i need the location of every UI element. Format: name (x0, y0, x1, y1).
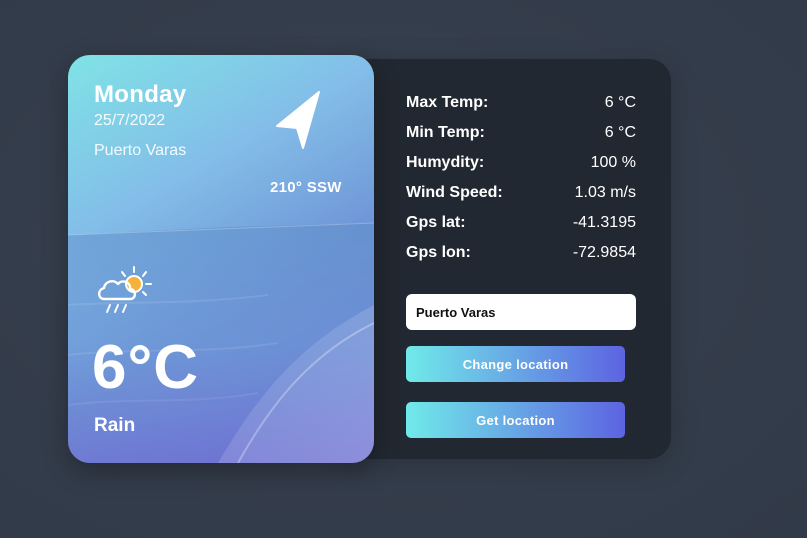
stat-value: 6 °C (604, 94, 636, 111)
stat-label: Humydity: (406, 154, 485, 171)
stat-row-gps-lon: Gps lon: -72.9854 (406, 241, 636, 271)
stat-value: -72.9854 (572, 244, 636, 261)
change-location-button[interactable]: Change location (406, 346, 625, 382)
get-location-button[interactable]: Get location (406, 402, 625, 438)
stat-row-min-temp: Min Temp: 6 °C (406, 121, 636, 151)
stat-value: 100 % (590, 154, 636, 171)
app-background: Monday 25/7/2022 Puerto Varas 210° SSW 6… (0, 0, 807, 538)
stat-row-gps-lat: Gps lat: -41.3195 (406, 211, 636, 241)
stat-value: -41.3195 (572, 214, 636, 231)
stat-value: 1.03 m/s (574, 184, 636, 201)
stat-row-max-temp: Max Temp: 6 °C (406, 91, 636, 121)
navigation-arrow-icon (276, 91, 320, 149)
stat-label: Min Temp: (406, 124, 485, 141)
date-label: 25/7/2022 (94, 112, 166, 129)
wind-direction-label: 210° SSW (270, 179, 342, 196)
stat-label: Gps lat: (406, 214, 466, 231)
weather-card: Monday 25/7/2022 Puerto Varas 210° SSW 6… (68, 55, 374, 463)
location-input[interactable] (406, 294, 636, 330)
stat-label: Wind Speed: (406, 184, 503, 201)
temperature-display: 6°C (92, 333, 200, 402)
stat-label: Gps lon: (406, 244, 471, 261)
day-label: Monday (94, 81, 187, 108)
stat-row-wind-speed: Wind Speed: 1.03 m/s (406, 181, 636, 211)
stat-value: 6 °C (604, 124, 636, 141)
stat-label: Max Temp: (406, 94, 489, 111)
weather-condition-label: Rain (94, 415, 136, 436)
weather-stats-list: Max Temp: 6 °C Min Temp: 6 °C Humydity: … (406, 91, 636, 271)
city-label: Puerto Varas (94, 142, 187, 159)
rain-sun-cloud-icon (97, 266, 152, 313)
card-content: Monday 25/7/2022 Puerto Varas 210° SSW 6… (68, 55, 374, 463)
stat-row-humidity: Humydity: 100 % (406, 151, 636, 181)
